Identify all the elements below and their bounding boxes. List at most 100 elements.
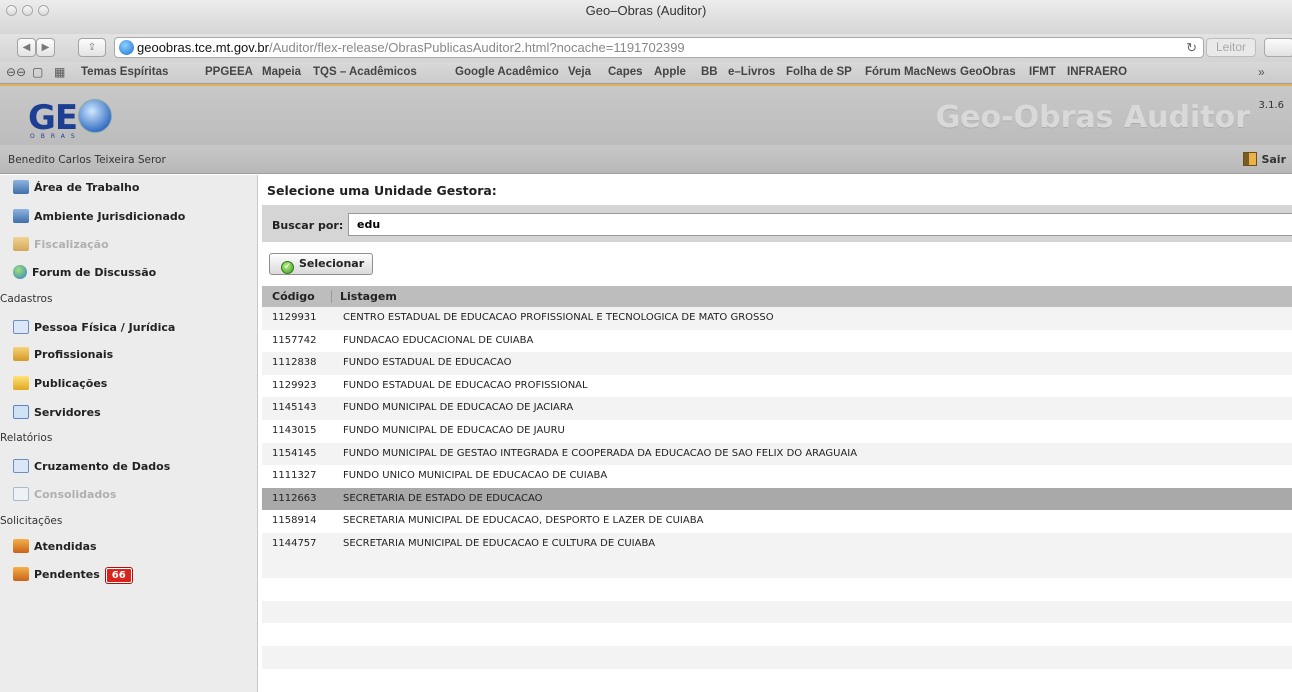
sidebar-item-servidores[interactable]: Servidores xyxy=(13,405,101,425)
sidebar-item-pendentes[interactable]: Pendentes 66 xyxy=(13,567,132,587)
sidebar-item-fiscalizacao: Fiscalização xyxy=(13,237,109,257)
bookmark-item[interactable]: Mapeia xyxy=(262,66,301,78)
table-row[interactable]: 1157742 FUNDACAO EDUCACIONAL DE CUIABA xyxy=(262,330,1292,353)
bookmark-item[interactable]: Capes xyxy=(608,66,643,78)
search-input[interactable] xyxy=(348,213,1292,236)
main-panel: Selecione uma Unidade Gestora: Buscar po… xyxy=(262,175,1292,692)
browser-toolbar: ◀ ▶ ⇪ geoobras.tce.mt.gov.br/Auditor/fle… xyxy=(0,34,1292,62)
bookmark-item[interactable]: Veja xyxy=(568,66,591,78)
bookmarks-book-icon[interactable]: ▢ xyxy=(32,65,43,79)
sidebar-item-pessoa[interactable]: Pessoa Física / Jurídica xyxy=(13,320,175,340)
app-version: 3.1.6 xyxy=(1258,100,1284,111)
select-button[interactable]: ✓ Selecionar xyxy=(269,253,373,275)
sidebar-item-cruzamento[interactable]: Cruzamento de Dados xyxy=(13,459,170,479)
cell-codigo: 1129931 xyxy=(272,312,317,323)
logo-globe-icon xyxy=(78,99,112,133)
reload-icon[interactable]: ↻ xyxy=(1186,38,1197,57)
empty-table-row xyxy=(262,555,1292,579)
extension-button[interactable] xyxy=(1264,38,1292,57)
reader-button[interactable]: Leitor xyxy=(1206,38,1256,57)
cell-codigo: 1111327 xyxy=(272,470,317,482)
bookmark-item[interactable]: IFMT xyxy=(1029,66,1056,78)
bookmark-item[interactable]: Apple xyxy=(654,66,686,78)
globe-icon xyxy=(13,265,27,279)
app-name: Geo-Obras Auditor xyxy=(935,100,1250,135)
logo-subtext: OBRAS xyxy=(30,133,81,140)
table-icon xyxy=(13,405,29,419)
table-row[interactable]: 1129931 CENTRO ESTADUAL DE EDUCACAO PROFI… xyxy=(262,307,1292,330)
back-button[interactable]: ◀ xyxy=(17,38,36,57)
url-host: geoobras.tce.mt.gov.br xyxy=(137,40,269,55)
empty-table-row xyxy=(262,645,1292,669)
bookmark-item[interactable]: Folha de SP xyxy=(786,66,852,78)
cell-codigo: 1112663 xyxy=(272,492,317,504)
table-row[interactable]: 1145143 FUNDO MUNICIPAL DE EDUCACAO DE JA… xyxy=(262,397,1292,420)
sidebar-item-ambiente-jurisdicionado[interactable]: Ambiente Jurisdicionado xyxy=(13,209,185,229)
user-name: Benedito Carlos Teixeira Seror xyxy=(8,154,166,166)
table-row[interactable]: 1143015 FUNDO MUNICIPAL DE EDUCACAO DE JA… xyxy=(262,420,1292,443)
bookmark-item[interactable]: Fórum MacNews xyxy=(865,66,956,78)
cell-codigo: 1158914 xyxy=(272,515,317,527)
window-titlebar: Geo–Obras (Auditor) xyxy=(0,0,1292,34)
page-title: Selecione uma Unidade Gestora: xyxy=(267,183,497,198)
column-header-listagem[interactable]: Listagem xyxy=(331,290,397,303)
cell-codigo: 1129923 xyxy=(272,379,317,391)
table-row[interactable]: 1144757 SECRETARIA MUNICIPAL DE EDUCACAO … xyxy=(262,532,1292,556)
table-row[interactable]: 1112663 SECRETARIA DE ESTADO DE EDUCACAO xyxy=(262,487,1292,511)
inbox-icon xyxy=(13,567,29,581)
select-button-label: Selecionar xyxy=(299,257,365,270)
share-button[interactable]: ⇪ xyxy=(78,38,106,57)
section-relatorios: Relatórios xyxy=(0,432,53,444)
table-row[interactable]: 1158914 SECRETARIA MUNICIPAL DE EDUCACAO,… xyxy=(262,510,1292,533)
reading-list-icon[interactable]: ⊖⊖ xyxy=(6,65,26,79)
bookmark-item[interactable]: INFRAERO xyxy=(1067,66,1127,78)
bookmark-item[interactable]: e–Livros xyxy=(728,66,775,78)
table-body: 1129931 CENTRO ESTADUAL DE EDUCACAO PROFI… xyxy=(262,307,1292,692)
table-row[interactable]: 1112838 FUNDO ESTADUAL DE EDUCACAO xyxy=(262,352,1292,375)
folder-icon xyxy=(13,376,29,390)
bookmark-item[interactable]: TQS – Acadêmicos xyxy=(313,66,417,78)
window-title: Geo–Obras (Auditor) xyxy=(585,3,707,18)
column-header-codigo[interactable]: Código xyxy=(272,290,315,303)
bookmark-item[interactable]: Temas Espíritas xyxy=(81,66,168,78)
empty-table-row xyxy=(262,600,1292,624)
search-panel: Buscar por: xyxy=(262,205,1292,242)
sidebar-item-forum[interactable]: Forum de Discussão xyxy=(13,265,156,285)
cell-listagem: FUNDO MUNICIPAL DE EDUCACAO DE JACIARA xyxy=(343,402,574,414)
more-bookmarks-button[interactable]: » xyxy=(1258,65,1265,79)
bookmark-item[interactable]: BB xyxy=(701,66,718,78)
sidebar-item-area-trabalho[interactable]: Área de Trabalho xyxy=(13,180,139,200)
exit-door-icon xyxy=(1243,152,1258,166)
section-cadastros: Cadastros xyxy=(0,293,53,305)
users-icon xyxy=(13,180,29,194)
cell-listagem: SECRETARIA MUNICIPAL DE EDUCACAO E CULTU… xyxy=(343,537,656,549)
section-solicitacoes: Solicitações xyxy=(0,515,63,527)
table-row[interactable]: 1111327 FUNDO UNICO MUNICIPAL DE EDUCACAO… xyxy=(262,465,1292,488)
sidebar-item-profissionais[interactable]: Profissionais xyxy=(13,347,113,367)
cell-listagem: SECRETARIA DE ESTADO DE EDUCACAO xyxy=(343,492,543,504)
bookmark-item[interactable]: PPGEEA xyxy=(205,66,253,78)
form-icon xyxy=(13,459,29,473)
cell-listagem: FUNDO ESTADUAL DE EDUCACAO xyxy=(343,357,512,369)
inbox-icon xyxy=(13,539,29,553)
sidebar: Área de Trabalho Ambiente Jurisdicionado… xyxy=(0,175,258,692)
cell-codigo: 1157742 xyxy=(272,334,317,346)
table-row[interactable]: 1129923 FUNDO ESTADUAL DE EDUCACAO PROFIS… xyxy=(262,375,1292,398)
address-bar[interactable]: geoobras.tce.mt.gov.br/Auditor/flex-rele… xyxy=(114,37,1204,58)
forward-button[interactable]: ▶ xyxy=(36,38,55,57)
cell-listagem: CENTRO ESTADUAL DE EDUCACAO PROFISSIONAL… xyxy=(343,312,774,323)
top-sites-grid-icon[interactable]: ▦ xyxy=(54,65,65,79)
logout-label: Sair xyxy=(1261,153,1286,166)
cell-codigo: 1143015 xyxy=(272,424,317,436)
sidebar-item-atendidas[interactable]: Atendidas xyxy=(13,539,97,559)
table-row[interactable]: 1154145 FUNDO MUNICIPAL DE GESTAO INTEGRA… xyxy=(262,442,1292,466)
users-icon xyxy=(13,209,29,223)
logout-button[interactable]: Sair xyxy=(1243,152,1286,166)
bookmark-item[interactable]: GeoObras xyxy=(960,66,1016,78)
cell-codigo: 1112838 xyxy=(272,357,317,369)
pending-count-badge: 66 xyxy=(105,568,132,583)
cell-listagem: FUNDACAO EDUCACIONAL DE CUIABA xyxy=(343,334,534,346)
bookmark-item[interactable]: Google Acadêmico xyxy=(455,66,559,78)
sidebar-item-consolidados: Consolidados xyxy=(13,487,116,507)
sidebar-item-publicacoes[interactable]: Publicações xyxy=(13,376,107,396)
